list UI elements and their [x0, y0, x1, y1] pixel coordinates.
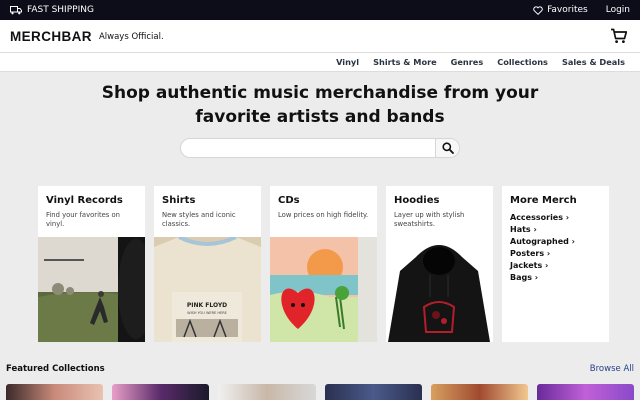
featured-thumb[interactable] — [536, 384, 635, 400]
top-bar: FAST SHIPPING Favorites Login — [0, 0, 640, 20]
svg-text:WISH YOU WERE HERE: WISH YOU WERE HERE — [187, 311, 227, 315]
card-more-merch: More Merch Accessories › Hats › Autograp… — [502, 186, 609, 342]
hero-line-1: Shop authentic music merchandise from yo… — [101, 83, 539, 103]
svg-text:PINK FLOYD: PINK FLOYD — [187, 302, 227, 309]
nav-genres[interactable]: Genres — [451, 57, 484, 67]
vinyl-album-image — [38, 237, 145, 342]
featured-thumbnails — [6, 384, 635, 400]
search-button[interactable] — [435, 139, 459, 157]
more-merch-links: Accessories › Hats › Autographed › Poste… — [502, 206, 609, 284]
hoodie-image — [386, 237, 493, 342]
cd-album-image — [270, 237, 377, 342]
featured-collections-header: Featured Collections Browse All — [6, 364, 634, 374]
card-title: More Merch — [510, 195, 577, 206]
search-bar — [180, 138, 460, 158]
shipping-notice: FAST SHIPPING — [10, 5, 94, 15]
link-jackets[interactable]: Jackets › — [510, 260, 609, 272]
nav-vinyl[interactable]: Vinyl — [336, 57, 359, 67]
nav-shirts-more[interactable]: Shirts & More — [373, 57, 437, 67]
heart-icon — [533, 5, 543, 15]
card-shirts[interactable]: Shirts New styles and iconic classics. P… — [154, 186, 261, 342]
shirt-image: PINK FLOYD WISH YOU WERE HERE — [154, 237, 261, 342]
favorites-link[interactable]: Favorites — [533, 5, 588, 15]
hero-heading: Shop authentic music merchandise from yo… — [0, 81, 640, 129]
category-cards: Vinyl Records Find your favorites on vin… — [38, 186, 609, 342]
link-accessories[interactable]: Accessories › — [510, 212, 609, 224]
featured-thumb[interactable] — [324, 384, 422, 400]
site-header: MERCHBAR Always Official. — [0, 20, 640, 52]
link-hats[interactable]: Hats › — [510, 224, 609, 236]
card-subtitle: Find your favorites on vinyl. — [46, 211, 120, 228]
card-subtitle: Low prices on high fidelity. — [278, 211, 369, 219]
cart-icon[interactable] — [610, 28, 628, 44]
card-title: Vinyl Records — [46, 195, 123, 206]
card-hoodies[interactable]: Hoodies Layer up with stylish sweatshirt… — [386, 186, 493, 342]
site-logo[interactable]: MERCHBAR — [10, 29, 92, 44]
featured-thumb[interactable] — [112, 384, 210, 400]
browse-all-link[interactable]: Browse All — [590, 364, 634, 374]
main-nav: Vinyl Shirts & More Genres Collections S… — [0, 52, 640, 72]
featured-thumb[interactable] — [6, 384, 104, 400]
link-bags[interactable]: Bags › — [510, 272, 609, 284]
card-title: Shirts — [162, 195, 196, 206]
link-autographed[interactable]: Autographed › — [510, 236, 609, 248]
card-title: CDs — [278, 195, 300, 206]
truck-icon — [10, 5, 22, 15]
card-title: Hoodies — [394, 195, 440, 206]
favorites-label: Favorites — [547, 5, 588, 15]
shipping-label: FAST SHIPPING — [27, 5, 94, 15]
tagline: Always Official. — [98, 32, 164, 42]
nav-collections[interactable]: Collections — [497, 57, 548, 67]
card-cds[interactable]: CDs Low prices on high fidelity. — [270, 186, 377, 342]
login-link[interactable]: Login — [606, 5, 630, 15]
card-subtitle: New styles and iconic classics. — [162, 211, 236, 228]
search-icon — [441, 139, 454, 157]
card-vinyl-records[interactable]: Vinyl Records Find your favorites on vin… — [38, 186, 145, 342]
featured-thumb[interactable] — [430, 384, 528, 400]
search-input[interactable] — [181, 139, 435, 157]
link-posters[interactable]: Posters › — [510, 248, 609, 260]
featured-title: Featured Collections — [6, 364, 105, 374]
card-subtitle: Layer up with stylish sweatshirts. — [394, 211, 465, 228]
nav-sales-deals[interactable]: Sales & Deals — [562, 57, 625, 67]
hero-line-2: favorite artists and bands — [195, 107, 445, 127]
featured-thumb[interactable] — [218, 384, 316, 400]
